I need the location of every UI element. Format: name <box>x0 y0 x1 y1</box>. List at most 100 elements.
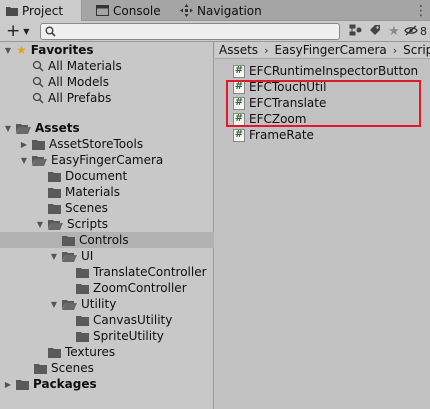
tree-item-utility[interactable]: ▼ Utility <box>0 296 214 312</box>
file-name: FrameRate <box>249 128 314 142</box>
tree-item-packages[interactable]: ▶ Packages <box>0 376 214 392</box>
folder-open-icon <box>48 219 63 230</box>
hidden-packages-button[interactable]: 8 <box>404 23 430 40</box>
collapsed-triangle-icon[interactable]: ▶ <box>3 380 13 389</box>
tree-item-label: Assets <box>35 121 80 135</box>
navigation-icon <box>180 4 193 17</box>
expand-triangle-icon[interactable]: ▼ <box>19 156 29 165</box>
folder-icon <box>32 139 45 150</box>
favorite-button[interactable]: ★ <box>385 23 403 40</box>
file-item[interactable]: # EFCTouchUtil <box>233 79 326 95</box>
tab-navigation[interactable]: Navigation <box>174 0 274 21</box>
tree-item-all-prefabs[interactable]: All Prefabs <box>0 90 214 106</box>
folder-open-icon <box>62 251 77 262</box>
search-icon <box>32 76 44 88</box>
folder-icon <box>76 283 89 294</box>
tree-item-label: Document <box>65 169 128 183</box>
tag-icon <box>369 24 381 39</box>
tree-item-materials[interactable]: Materials <box>0 184 214 200</box>
folder-open-icon <box>62 299 77 310</box>
tree-item-easy-finger-camera[interactable]: ▼ EasyFingerCamera <box>0 152 214 168</box>
search-icon <box>45 26 56 40</box>
tree-item-label: ZoomController <box>93 281 187 295</box>
hidden-packages-count: 8 <box>420 25 427 38</box>
tree-item-assets[interactable]: ▼ Assets <box>0 120 214 136</box>
tab-console[interactable]: Console <box>90 0 170 21</box>
tree-item-canvas-utility[interactable]: CanvasUtility <box>0 312 214 328</box>
tree-item-label: Scripts <box>67 217 109 231</box>
collapsed-triangle-icon[interactable]: ▶ <box>19 140 29 149</box>
file-item[interactable]: # EFCTranslate <box>233 95 326 111</box>
breadcrumb-item-scripts[interactable]: Scripts <box>403 43 430 57</box>
folder-tree: ▼ ★ Favorites All Materials All Models A… <box>0 42 214 409</box>
tree-item-label: Packages <box>33 377 97 391</box>
search-by-type-button[interactable] <box>346 23 364 40</box>
search-field[interactable] <box>40 23 340 40</box>
folder-icon <box>48 171 61 182</box>
tree-item-ui[interactable]: ▼ UI <box>0 248 214 264</box>
tree-item-textures[interactable]: Textures <box>0 344 214 360</box>
tree-item-asset-store-tools[interactable]: ▶ AssetStoreTools <box>0 136 214 152</box>
tree-item-favorites[interactable]: ▼ ★ Favorites <box>0 42 214 58</box>
tab-label: Navigation <box>197 3 262 18</box>
file-item[interactable]: # EFCZoom <box>233 111 306 127</box>
tree-item-label: Scenes <box>51 361 94 375</box>
tree-item-translate-controller[interactable]: TranslateController <box>0 264 214 280</box>
tab-label: Project <box>22 4 64 18</box>
console-icon <box>96 5 109 16</box>
tree-item-label: Controls <box>79 233 129 247</box>
eye-hidden-icon <box>404 25 418 39</box>
file-item[interactable]: # FrameRate <box>233 127 314 143</box>
project-toolbar: + ▼ ★ 8 <box>0 21 430 42</box>
tree-item-label: All Materials <box>48 59 122 73</box>
tab-label: Console <box>113 3 161 18</box>
search-input[interactable] <box>59 24 334 39</box>
tree-item-scenes[interactable]: Scenes <box>0 360 214 376</box>
expand-triangle-icon[interactable]: ▼ <box>35 220 45 229</box>
expand-triangle-icon[interactable]: ▼ <box>3 46 13 55</box>
csharp-script-icon: # <box>233 80 245 94</box>
tree-item-label: Scenes <box>65 201 108 215</box>
breadcrumb-item-easy-finger-camera[interactable]: EasyFingerCamera <box>274 43 386 57</box>
tree-item-sprite-utility[interactable]: SpriteUtility <box>0 328 214 344</box>
csharp-script-icon: # <box>233 96 245 110</box>
folder-icon <box>16 379 29 390</box>
folder-icon <box>6 6 18 16</box>
file-name: EFCRuntimeInspectorButton <box>249 64 419 78</box>
tree-item-controls[interactable]: Controls <box>0 232 214 248</box>
expand-triangle-icon[interactable]: ▼ <box>49 252 59 261</box>
tree-item-label: Favorites <box>30 43 94 57</box>
tree-item-document[interactable]: Document <box>0 168 214 184</box>
breadcrumb-item-assets[interactable]: Assets <box>219 43 258 57</box>
tree-item-all-models[interactable]: All Models <box>0 74 214 90</box>
chevron-down-icon: ▼ <box>23 27 30 36</box>
search-by-type-icon <box>349 24 362 39</box>
tree-item-label: SpriteUtility <box>93 329 164 343</box>
search-icon <box>32 60 44 72</box>
csharp-script-icon: # <box>233 128 245 142</box>
expand-triangle-icon[interactable]: ▼ <box>49 300 59 309</box>
tree-item-label: All Models <box>48 75 109 89</box>
tree-item-label: All Prefabs <box>48 91 112 105</box>
folder-icon <box>48 203 61 214</box>
csharp-script-icon: # <box>233 64 245 78</box>
tree-item-scenes-sub[interactable]: Scenes <box>0 200 214 216</box>
tab-bar: Project Console Navigation ⋮ <box>0 0 430 22</box>
file-name: EFCTouchUtil <box>249 80 327 94</box>
tree-item-label: CanvasUtility <box>93 313 173 327</box>
create-button[interactable]: + ▼ <box>2 22 36 41</box>
tree-item-label: EasyFingerCamera <box>51 153 164 167</box>
tree-item-label: TranslateController <box>93 265 207 279</box>
tree-item-label: AssetStoreTools <box>49 137 144 151</box>
tree-item-all-materials[interactable]: All Materials <box>0 58 214 74</box>
tree-item-zoom-controller[interactable]: ZoomController <box>0 280 214 296</box>
expand-triangle-icon[interactable]: ▼ <box>3 124 13 133</box>
folder-icon <box>76 267 89 278</box>
tree-item-scripts[interactable]: ▼ Scripts <box>0 216 214 232</box>
chevron-right-icon: › <box>392 43 398 57</box>
file-item[interactable]: # EFCRuntimeInspectorButton <box>233 63 418 79</box>
folder-icon <box>76 315 89 326</box>
search-by-label-button[interactable] <box>366 23 384 40</box>
tab-project[interactable]: Project <box>0 0 82 22</box>
more-options-icon[interactable]: ⋮ <box>414 3 428 19</box>
